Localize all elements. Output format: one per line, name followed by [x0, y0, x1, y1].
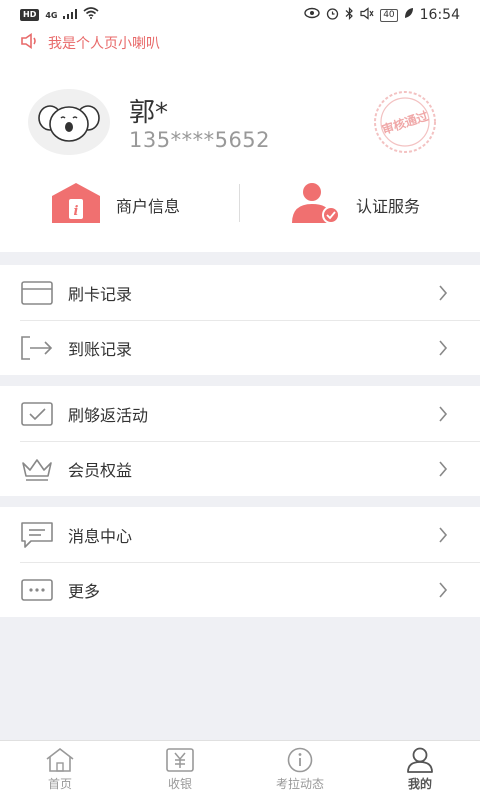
certified-user-icon [290, 182, 342, 228]
tab-koala-news[interactable]: 考拉动态 [240, 741, 360, 800]
chevron-right-icon [436, 580, 450, 600]
user-phone: 135****5652 [129, 128, 271, 152]
tab-label: 我的 [407, 777, 432, 791]
menu-label: 消息中心 [68, 526, 133, 546]
menu-label: 刷卡记录 [68, 284, 133, 304]
certification-button[interactable]: 认证服务 [290, 182, 421, 228]
menu-group-records: 刷卡记录 到账记录 [0, 265, 480, 375]
menu-item-card-records[interactable]: 刷卡记录 [0, 265, 480, 320]
signal-icon [63, 7, 78, 23]
checked-envelope-icon [20, 399, 54, 429]
yen-icon [164, 747, 196, 773]
koala-avatar-icon [38, 105, 100, 142]
chevron-right-icon [436, 338, 450, 358]
tab-label: 首页 [47, 777, 72, 791]
quick-actions: i 商户信息 认证服务 [0, 174, 480, 236]
merchant-info-label: 商户信息 [116, 197, 181, 216]
chevron-right-icon [436, 404, 450, 424]
menu-label: 刷够返活动 [68, 405, 149, 425]
chevron-right-icon [436, 459, 450, 479]
certification-label: 认证服务 [356, 197, 421, 216]
wifi-icon [83, 7, 100, 23]
menu-item-arrival-records[interactable]: 到账记录 [0, 320, 480, 375]
tab-label: 考拉动态 [275, 777, 324, 791]
menu-item-message-center[interactable]: 消息中心 [0, 507, 480, 562]
alarm-icon [326, 7, 339, 24]
chevron-right-icon [436, 283, 450, 303]
menu-group-misc: 消息中心 更多 [0, 507, 480, 617]
user-name: 郭* [129, 98, 169, 128]
menu-label: 更多 [68, 581, 101, 601]
more-dots-icon [20, 575, 54, 605]
menu-label: 到账记录 [68, 339, 133, 359]
tab-cashier[interactable]: 收银 [120, 741, 240, 800]
approval-stamp: 审核通过 [366, 89, 444, 155]
menu-group-benefits: 刷够返活动 会员权益 [0, 386, 480, 496]
user-icon [404, 747, 436, 773]
tab-label: 收银 [167, 777, 192, 791]
info-circle-icon [284, 747, 316, 773]
leaf-icon [404, 7, 414, 23]
svg-text:i: i [74, 204, 79, 219]
menu-item-member-benefits[interactable]: 会员权益 [0, 441, 480, 496]
quick-divider [239, 184, 240, 222]
speaker-icon [20, 32, 40, 53]
merchant-info-button[interactable]: i 商户信息 [50, 182, 181, 228]
menu-item-cashback-activity[interactable]: 刷够返活动 [0, 386, 480, 441]
status-right: 40 16:54 [304, 6, 460, 24]
crown-icon [20, 454, 54, 484]
home-icon [44, 747, 76, 773]
credit-card-icon [20, 278, 54, 308]
transfer-arrow-icon [20, 333, 54, 363]
notice-text: 我是个人页小喇叭 [48, 36, 160, 52]
profile-card: 郭* 135****5652 审核通过 i 商户信息 认证服务 [0, 56, 480, 252]
status-time: 16:54 [419, 7, 460, 23]
merchant-shop-icon: i [50, 182, 102, 228]
status-left: HD 4G [20, 7, 100, 23]
notice-bar[interactable]: 我是个人页小喇叭 [0, 30, 480, 56]
menu-item-more[interactable]: 更多 [0, 562, 480, 617]
chevron-right-icon [436, 525, 450, 545]
menu-label: 会员权益 [68, 460, 133, 480]
network-type: 4G [45, 10, 58, 20]
bluetooth-icon [345, 6, 354, 24]
mute-icon [360, 6, 374, 24]
tab-mine[interactable]: 我的 [360, 741, 480, 800]
battery-indicator: 40 [380, 8, 398, 22]
tab-home[interactable]: 首页 [0, 741, 120, 800]
message-bubble-icon [20, 520, 54, 550]
bottom-tab-bar: 首页 收银 考拉动态 我的 [0, 740, 480, 800]
avatar[interactable] [28, 89, 110, 155]
eye-icon [304, 7, 320, 23]
hd-indicator: HD [20, 9, 40, 21]
status-bar: HD 4G 40 16:54 [0, 0, 480, 30]
